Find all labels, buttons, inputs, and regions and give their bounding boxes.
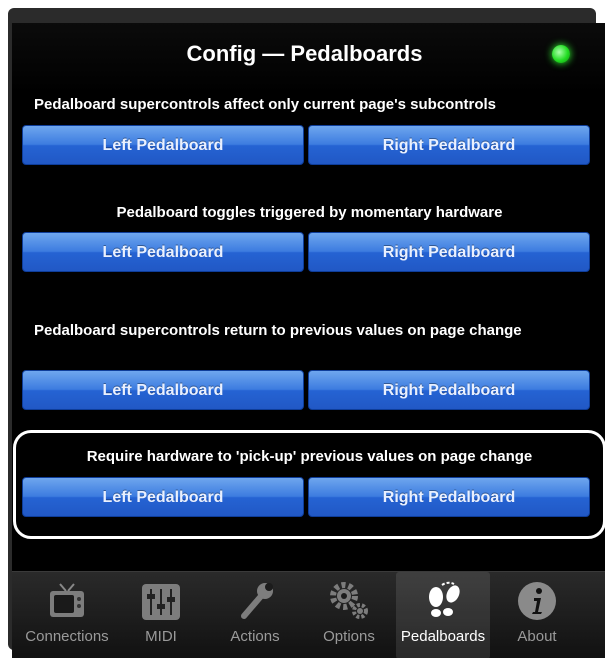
mixer-sliders-icon bbox=[142, 584, 180, 620]
tab-bar: Connections MIDI Actions Options Pedalbo… bbox=[12, 571, 605, 658]
left-pedalboard-button[interactable]: Left Pedalboard bbox=[22, 370, 304, 410]
right-pedalboard-button[interactable]: Right Pedalboard bbox=[308, 370, 590, 410]
tab-options[interactable]: Options bbox=[302, 572, 396, 658]
left-pedalboard-button[interactable]: Left Pedalboard bbox=[22, 232, 304, 272]
left-pedalboard-button[interactable]: Left Pedalboard bbox=[22, 125, 304, 165]
right-pedalboard-button[interactable]: Right Pedalboard bbox=[308, 125, 590, 165]
tab-connections[interactable]: Connections bbox=[20, 572, 114, 658]
info-icon bbox=[518, 582, 556, 620]
page-title: Config — Pedalboards bbox=[186, 41, 423, 66]
tab-actions[interactable]: Actions bbox=[208, 572, 302, 658]
gears-icon bbox=[330, 582, 368, 619]
section-label-momentary-toggles: Pedalboard toggles triggered by momentar… bbox=[116, 204, 503, 221]
right-pedalboard-button[interactable]: Right Pedalboard bbox=[308, 232, 590, 272]
tab-midi[interactable]: MIDI bbox=[114, 572, 208, 658]
section-label-pick-up: Require hardware to 'pick-up' previous v… bbox=[86, 448, 533, 465]
section-label-return-values: Pedalboard supercontrols return to previ… bbox=[34, 322, 522, 339]
section-label-supercontrols-scope: Pedalboard supercontrols affect only cur… bbox=[34, 96, 496, 113]
tab-pedalboards[interactable]: Pedalboards bbox=[396, 572, 490, 658]
right-pedalboard-button[interactable]: Right Pedalboard bbox=[308, 477, 590, 517]
tab-label: About bbox=[517, 628, 557, 645]
tv-icon bbox=[50, 583, 84, 617]
tab-about[interactable]: About bbox=[490, 572, 584, 658]
nav-header: Config — Pedalboards bbox=[12, 23, 605, 93]
footprints-icon bbox=[429, 581, 460, 617]
left-pedalboard-button[interactable]: Left Pedalboard bbox=[22, 477, 304, 517]
app-screen: Config — Pedalboards Pedalboard supercon… bbox=[12, 23, 605, 658]
wrench-icon bbox=[241, 583, 273, 619]
status-led-icon bbox=[552, 45, 570, 63]
